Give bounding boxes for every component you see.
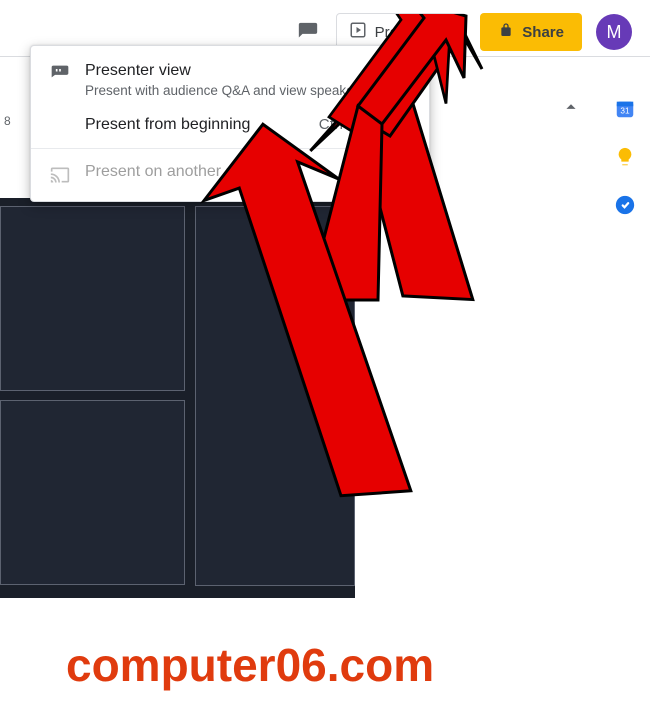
share-button-label: Share (522, 24, 564, 41)
menu-item-subtitle: Present with audience Q&A and view speak… (85, 82, 411, 100)
present-dropdown-caret[interactable] (436, 14, 457, 50)
slide-canvas-area (0, 150, 355, 710)
watermark-text: computer06.com (66, 638, 434, 692)
lock-icon (498, 22, 514, 42)
ruler-tick-label: 8 (0, 112, 15, 130)
slide-element[interactable] (0, 400, 185, 585)
comments-icon[interactable] (294, 18, 322, 46)
present-dropdown-menu: Presenter view Present with audience Q&A… (30, 45, 430, 202)
menu-item-title: Present on another screen... (85, 163, 411, 181)
slide-element[interactable] (0, 206, 185, 391)
menu-item-presenter-view[interactable]: Presenter view Present with audience Q&A… (31, 54, 429, 108)
side-panel: 31 (600, 90, 650, 216)
cast-icon (49, 163, 71, 185)
slide-element[interactable] (195, 206, 355, 586)
svg-text:31: 31 (620, 107, 630, 116)
chevron-down-icon (445, 26, 457, 38)
share-button[interactable]: Share (480, 13, 582, 51)
menu-item-title: Presenter view (85, 62, 411, 80)
menu-item-title: Present from beginning (85, 116, 305, 134)
keep-icon[interactable] (614, 146, 636, 168)
chevron-up-icon (560, 96, 582, 118)
presenter-view-icon (49, 62, 71, 84)
calendar-icon[interactable]: 31 (614, 98, 636, 120)
menu-item-present-another-screen: Present on another screen... (31, 155, 429, 193)
menu-separator (31, 148, 429, 149)
present-button-label: Present (375, 24, 427, 41)
menu-item-shortcut: Ctrl+Shift+F5 (319, 116, 411, 133)
side-panel-collapse[interactable] (560, 96, 582, 123)
present-play-icon (349, 21, 367, 43)
menu-item-present-from-beginning[interactable]: Present from beginning Ctrl+Shift+F5 (31, 108, 429, 142)
avatar-initial: M (607, 22, 622, 43)
account-avatar[interactable]: M (596, 14, 632, 50)
tasks-icon[interactable] (614, 194, 636, 216)
